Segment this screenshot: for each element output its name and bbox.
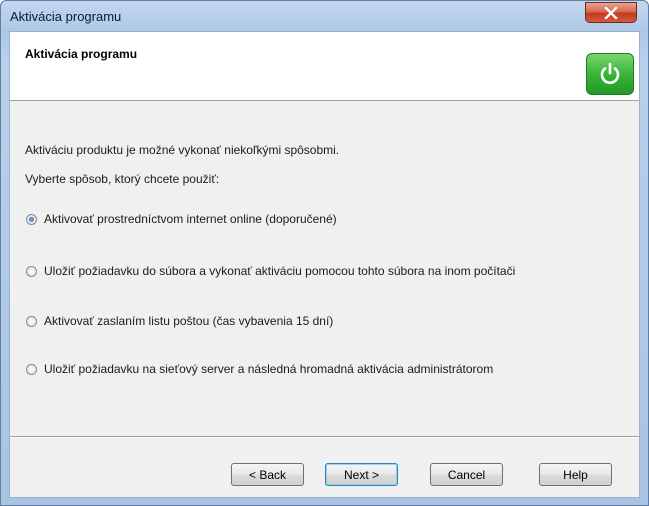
- help-button[interactable]: Help: [539, 463, 612, 486]
- radio-button[interactable]: [26, 363, 37, 375]
- dialog-window: Aktivácia programu Aktivácia programu Ak…: [0, 0, 649, 506]
- window-title: Aktivácia programu: [10, 9, 122, 24]
- wizard-header: Aktivácia programu: [10, 32, 639, 101]
- back-button[interactable]: < Back: [231, 463, 304, 486]
- page-title: Aktivácia programu: [25, 47, 138, 61]
- radio-button[interactable]: [26, 265, 37, 277]
- close-icon: [604, 6, 618, 19]
- divider: [10, 436, 639, 438]
- option-file[interactable]: Uložiť požiadavku do súbora a vykonať ak…: [26, 264, 515, 278]
- option-online[interactable]: Aktivovať prostredníctvom internet onlin…: [26, 212, 337, 226]
- option-label: Aktivovať zaslaním listu poštou (čas vyb…: [44, 314, 334, 328]
- close-button[interactable]: [585, 2, 637, 23]
- intro-text: Aktiváciu produktu je možné vykonať niek…: [25, 143, 340, 157]
- option-label: Aktivovať prostredníctvom internet onlin…: [44, 212, 337, 226]
- title-bar[interactable]: Aktivácia programu: [1, 1, 648, 31]
- option-network-server[interactable]: Uložiť požiadavku na sieťový server a ná…: [26, 362, 493, 376]
- cancel-button[interactable]: Cancel: [430, 463, 503, 486]
- radio-button[interactable]: [26, 315, 37, 327]
- dialog-client-area: Aktivácia programu Aktiváciu produktu je…: [9, 31, 640, 498]
- next-button[interactable]: Next >: [325, 463, 398, 486]
- option-label: Uložiť požiadavku na sieťový server a ná…: [44, 362, 494, 376]
- instruction-text: Vyberte spôsob, ktorý chcete použiť:: [25, 172, 220, 186]
- option-label: Uložiť požiadavku do súbora a vykonať ak…: [44, 264, 516, 278]
- option-mail[interactable]: Aktivovať zaslaním listu poštou (čas vyb…: [26, 314, 333, 328]
- radio-button-selected[interactable]: [26, 213, 37, 225]
- power-icon: [586, 53, 634, 95]
